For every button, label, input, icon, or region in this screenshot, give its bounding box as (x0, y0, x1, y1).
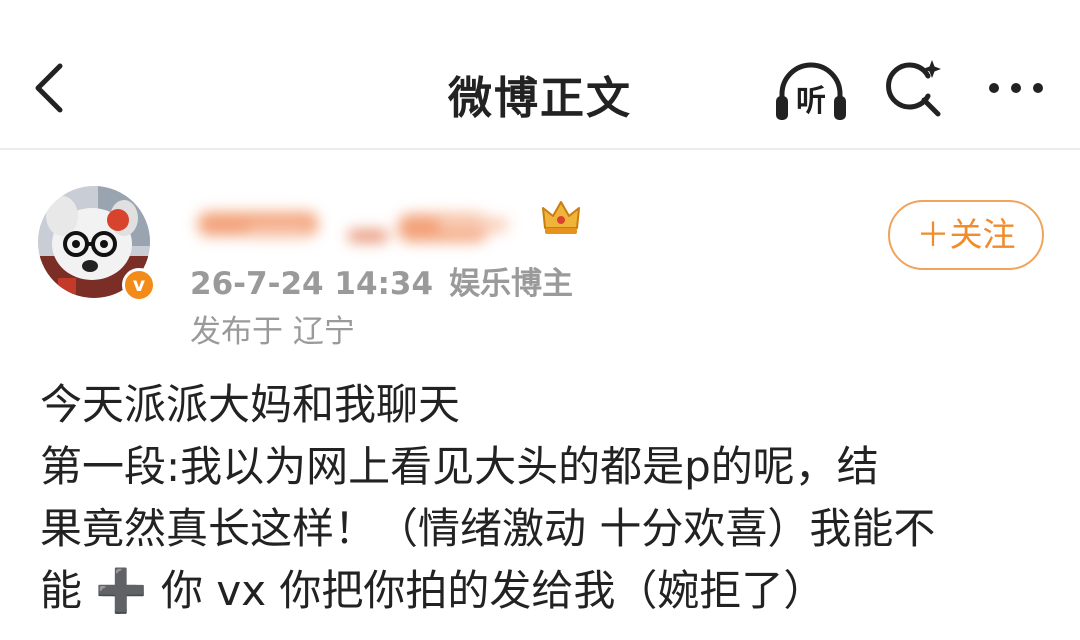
back-button[interactable] (26, 58, 74, 118)
post-meta: 26-7-24 14:34 娱乐博主 (190, 258, 573, 303)
author-avatar[interactable]: v (38, 186, 156, 304)
post-text-line: 第一段:我以为网上看见大头的都是p的呢，结 (40, 442, 879, 491)
post-text-line: 能 ➕ 你 vx 你把你拍的发给我（婉拒了） (40, 566, 826, 615)
follow-button[interactable]: ＋关注 (888, 200, 1044, 270)
post-location: 发布于 辽宁 (190, 314, 355, 350)
more-dots-icon (989, 83, 1043, 93)
username-obscured[interactable] (188, 196, 528, 256)
chevron-left-icon (35, 63, 63, 113)
top-nav-bar: 微博正文 听 (0, 0, 1080, 150)
post-text-line: 今天派派大妈和我聊天 (40, 380, 461, 429)
search-sparkle-icon (886, 60, 941, 117)
more-options-button[interactable] (984, 70, 1048, 106)
post-text-line: 果竟然真长这样！（情绪激动 十分欢喜）我能不 (40, 504, 936, 553)
post-timestamp: 26-7-24 14:34 (190, 266, 434, 302)
author-category: 娱乐博主 (449, 266, 574, 302)
listen-button[interactable]: 听 (772, 60, 850, 124)
post-content: 今天派派大妈和我聊天 第一段:我以为网上看见大头的都是p的呢，结 果竟然真长这样… (40, 374, 1050, 622)
listen-label: 听 (796, 84, 826, 119)
search-button[interactable] (884, 56, 944, 120)
verified-badge: v (122, 268, 156, 302)
crown-icon (540, 196, 582, 238)
